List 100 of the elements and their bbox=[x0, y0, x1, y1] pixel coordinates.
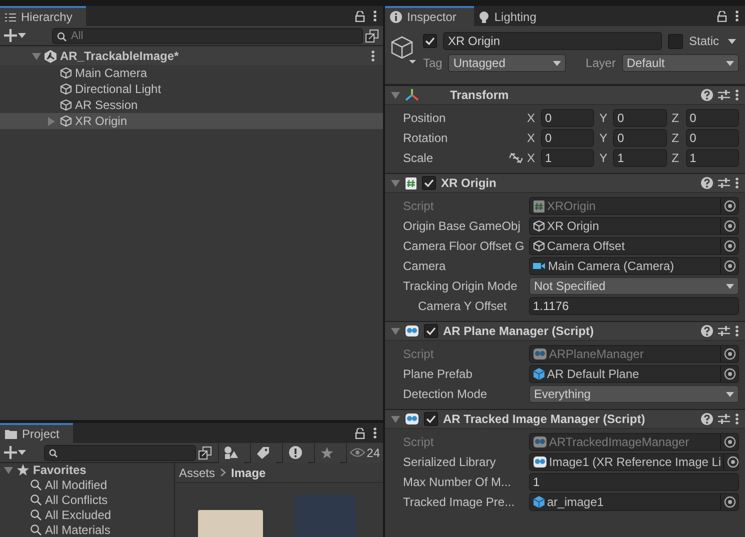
checkbox[interactable] bbox=[424, 412, 438, 426]
axis-label: X bbox=[527, 131, 536, 145]
lock-icon[interactable] bbox=[717, 10, 727, 22]
object-field[interactable]: Camera Offset bbox=[529, 237, 739, 255]
more-menu-icon[interactable] bbox=[735, 89, 739, 101]
expanded-arrow-icon[interactable] bbox=[391, 414, 400, 424]
more-menu-icon[interactable] bbox=[371, 50, 375, 62]
expanded-arrow-icon[interactable] bbox=[32, 52, 41, 60]
breadcrumb-link[interactable]: Image bbox=[231, 466, 266, 480]
target-icon[interactable] bbox=[724, 436, 736, 448]
layer-dropdown[interactable]: Default bbox=[622, 54, 740, 72]
search-icon bbox=[30, 479, 42, 492]
script-hash-icon bbox=[405, 176, 417, 190]
hierarchy-item[interactable]: AR Session bbox=[0, 97, 383, 113]
unlinked-icon[interactable] bbox=[509, 153, 523, 163]
target-icon[interactable] bbox=[724, 260, 736, 272]
camera-icon bbox=[533, 261, 546, 271]
target-icon[interactable] bbox=[724, 240, 736, 252]
presets-icon[interactable] bbox=[718, 325, 730, 337]
breadcrumb-link[interactable]: Assets bbox=[179, 466, 216, 480]
presets-icon[interactable] bbox=[718, 89, 730, 101]
hierarchy-item[interactable]: Directional Light bbox=[0, 81, 383, 97]
component-header[interactable]: AR Plane Manager (Script) bbox=[385, 321, 745, 341]
target-icon[interactable] bbox=[724, 368, 736, 380]
list-icon bbox=[5, 12, 16, 22]
target-icon[interactable] bbox=[724, 348, 736, 360]
component-header[interactable]: Transform bbox=[385, 85, 745, 105]
robot-face-icon bbox=[533, 456, 547, 468]
inspector-tab[interactable]: Inspector bbox=[385, 6, 474, 26]
target-icon[interactable] bbox=[724, 496, 736, 508]
checkbox[interactable] bbox=[422, 176, 436, 190]
help-icon[interactable] bbox=[701, 325, 713, 337]
component-header[interactable]: AR Tracked Image Manager (Script) bbox=[385, 409, 745, 429]
more-menu-icon[interactable] bbox=[373, 10, 377, 22]
number-field[interactable]: 1 bbox=[541, 149, 594, 167]
more-menu-icon[interactable] bbox=[735, 413, 739, 425]
dropdown[interactable]: Everything bbox=[529, 385, 739, 403]
favorites-item[interactable]: All Conflicts bbox=[0, 492, 174, 508]
favorites-item[interactable]: All Modified bbox=[0, 478, 174, 493]
favorites-item[interactable]: All Materials bbox=[0, 522, 174, 537]
presets-icon[interactable] bbox=[718, 177, 730, 189]
search-field[interactable] bbox=[44, 444, 196, 460]
expanded-arrow-icon[interactable] bbox=[391, 90, 400, 100]
number-field[interactable]: 0 bbox=[686, 109, 739, 127]
project-tab[interactable]: Project bbox=[0, 423, 74, 443]
number-field[interactable]: 0 bbox=[613, 109, 667, 127]
cube-icon bbox=[533, 240, 545, 252]
checkbox[interactable] bbox=[668, 34, 683, 48]
number-field[interactable]: 0 bbox=[686, 129, 739, 147]
hierarchy-item[interactable]: Main Camera bbox=[0, 65, 383, 81]
caret-icon bbox=[728, 38, 736, 44]
object-field[interactable]: Main Camera (Camera) bbox=[529, 257, 739, 275]
text-field[interactable]: 1.1176 bbox=[529, 297, 739, 315]
presets-icon[interactable] bbox=[718, 413, 730, 425]
popout-icon[interactable] bbox=[365, 28, 379, 42]
help-icon[interactable] bbox=[701, 177, 713, 189]
object-field[interactable]: XR Origin bbox=[529, 217, 739, 235]
name-field[interactable]: XR Origin bbox=[443, 32, 662, 50]
lock-icon[interactable] bbox=[355, 10, 365, 22]
add-button[interactable] bbox=[4, 446, 26, 459]
caret-icon bbox=[552, 60, 561, 66]
number-field[interactable]: 0 bbox=[541, 129, 594, 147]
target-icon[interactable] bbox=[724, 200, 736, 212]
favorites-item[interactable]: All Excluded bbox=[0, 507, 174, 522]
add-button[interactable] bbox=[4, 29, 26, 42]
number-field[interactable]: 1 bbox=[613, 149, 667, 167]
more-menu-icon[interactable] bbox=[735, 325, 739, 337]
help-icon[interactable] bbox=[701, 89, 713, 101]
target-icon[interactable] bbox=[724, 220, 736, 232]
visibility-count-button[interactable]: 24 bbox=[346, 442, 383, 462]
object-field[interactable]: Image1 (XR Reference Image Li bbox=[529, 453, 739, 471]
number-field[interactable]: 1 bbox=[686, 149, 739, 167]
tag-dropdown[interactable]: Untagged bbox=[448, 54, 566, 72]
more-menu-icon[interactable] bbox=[735, 177, 739, 189]
number-field[interactable]: 0 bbox=[541, 109, 594, 127]
scene-row[interactable]: AR_TrackableImage* bbox=[0, 47, 383, 65]
hierarchy-tab[interactable]: Hierarchy bbox=[0, 6, 86, 26]
object-field[interactable]: AR Default Plane bbox=[529, 365, 739, 383]
dropdown[interactable]: Not Specified bbox=[529, 277, 739, 295]
checkbox[interactable] bbox=[424, 324, 438, 338]
object-field[interactable]: ar_image1 bbox=[529, 493, 739, 511]
more-menu-icon[interactable] bbox=[373, 427, 377, 439]
expanded-arrow-icon[interactable] bbox=[4, 466, 13, 475]
more-menu-icon[interactable] bbox=[735, 10, 739, 22]
hierarchy-item[interactable]: XR Origin bbox=[0, 113, 383, 129]
help-icon[interactable] bbox=[701, 413, 713, 425]
script-hash-icon bbox=[533, 200, 545, 212]
search-field[interactable]: All bbox=[52, 28, 363, 44]
component-header[interactable]: XR Origin bbox=[385, 173, 745, 193]
number-field[interactable]: 0 bbox=[613, 129, 667, 147]
text-field[interactable]: 1 bbox=[529, 473, 739, 491]
expanded-arrow-icon[interactable] bbox=[391, 326, 400, 336]
expanded-arrow-icon[interactable] bbox=[391, 178, 400, 188]
favorites-header[interactable]: Favorites bbox=[0, 463, 174, 478]
target-icon[interactable] bbox=[726, 456, 739, 468]
chevron-right-icon bbox=[220, 468, 226, 477]
popout-icon[interactable] bbox=[198, 446, 212, 460]
search-icon bbox=[30, 524, 42, 536]
lock-icon[interactable] bbox=[355, 428, 365, 438]
checkbox[interactable] bbox=[423, 34, 437, 48]
